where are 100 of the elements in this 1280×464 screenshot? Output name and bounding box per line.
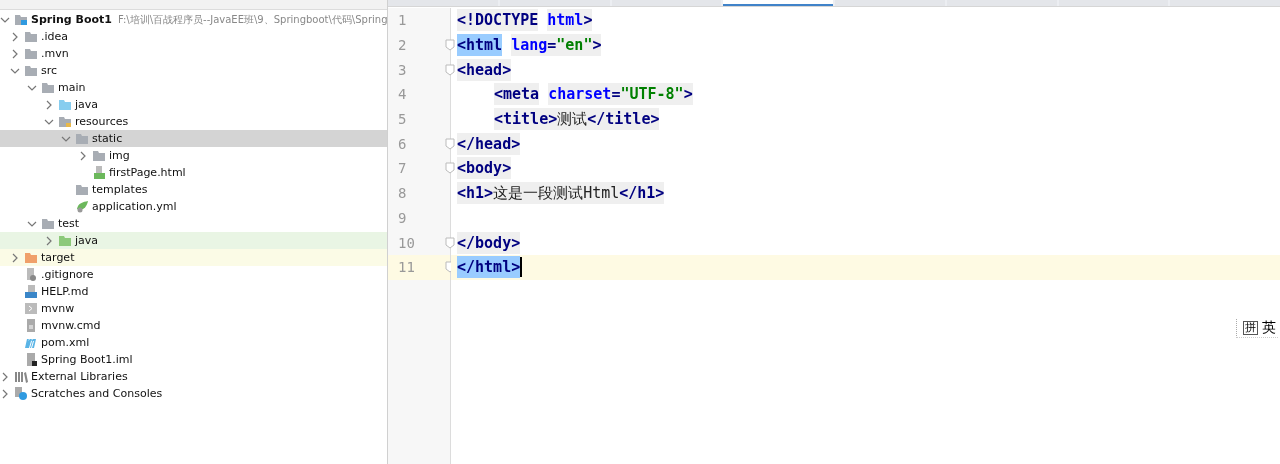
tree-row[interactable]: templates [0, 181, 387, 198]
tree-item-label: src [41, 64, 58, 77]
code-token: <title> [494, 108, 558, 131]
folder-icon [24, 251, 38, 264]
tree-row[interactable]: Spring Boot1 F:\培训\百战程序员--JavaEE班\9、Springboot\代码\Spring [0, 11, 387, 28]
tree-item-label: img [109, 149, 130, 162]
tree-row[interactable]: test [0, 215, 387, 232]
tree-row[interactable]: .mvn [0, 45, 387, 62]
code-token: html [547, 9, 584, 32]
script-file-icon [24, 302, 38, 315]
tree-row[interactable]: mvnw [0, 300, 387, 317]
folder-icon [58, 234, 72, 247]
tree-item-label: .gitignore [41, 268, 94, 281]
tree-item-label: main [58, 81, 86, 94]
tree-row[interactable]: main [0, 79, 387, 96]
libraries-icon [14, 370, 28, 383]
folder-icon [24, 47, 38, 60]
tree-item-label: Scratches and Consoles [31, 387, 163, 400]
chevron-right-icon[interactable] [10, 48, 20, 59]
folder-icon [75, 132, 89, 145]
maven-file-icon [24, 336, 38, 349]
tree-item-label: mvnw [41, 302, 75, 315]
chevron-right-icon[interactable] [44, 99, 54, 110]
tree-row[interactable]: application.yml [0, 198, 387, 215]
code-token: <h1> [457, 182, 494, 205]
folder-icon [24, 30, 38, 43]
ime-language: 英 [1262, 319, 1276, 337]
tree-item-label: java [75, 234, 99, 247]
leaf-file-icon [75, 200, 89, 213]
line-number: 2 [398, 37, 407, 54]
tree-row[interactable]: static [0, 130, 387, 147]
tree-item-label: resources [75, 115, 129, 128]
fold-marker-icon[interactable] [445, 236, 455, 249]
module-file-icon [24, 353, 38, 366]
fold-marker-icon[interactable] [445, 63, 455, 76]
chevron-right-icon[interactable] [0, 371, 10, 382]
chevron-right-icon[interactable] [10, 31, 20, 42]
code-token: </body> [457, 231, 521, 254]
tree-row[interactable]: pom.xml [0, 334, 387, 351]
tree-item-label: java [75, 98, 99, 111]
tree-row[interactable]: .idea [0, 28, 387, 45]
editor-tab[interactable] [723, 0, 833, 6]
tree-row[interactable]: firstPage.html [0, 164, 387, 181]
line-number: 6 [398, 135, 407, 152]
fold-marker-icon[interactable] [445, 137, 455, 150]
module-folder-icon [14, 13, 28, 26]
folder-icon [24, 64, 38, 77]
project-path: F:\培训\百战程序员--JavaEE班\9、Springboot\代码\Spring [117, 12, 387, 27]
tree-row[interactable]: src [0, 62, 387, 79]
code-token: = [547, 34, 557, 57]
code-token: 测试 [557, 108, 588, 131]
tree-row[interactable]: Spring Boot1.iml [0, 351, 387, 368]
code-token: </h1> [619, 182, 665, 205]
tree-row[interactable]: External Libraries [0, 368, 387, 385]
ime-indicator[interactable]: 拼 英 [1236, 319, 1278, 338]
tree-item-label: mvnw.cmd [41, 319, 101, 332]
tree-item-label: Spring Boot1.iml [41, 353, 133, 366]
html-file-icon [92, 166, 106, 179]
line-number: 9 [398, 209, 407, 226]
code-token: </html> [457, 256, 521, 279]
fold-marker-icon[interactable] [445, 39, 455, 52]
line-number: 11 [398, 259, 415, 276]
chevron-right-icon[interactable] [10, 252, 20, 263]
tree-item-label: templates [92, 183, 148, 196]
code-token: <html [457, 34, 503, 57]
folder-icon [58, 115, 72, 128]
code-token: </title> [587, 108, 660, 131]
code-token: > [583, 9, 593, 32]
tree-row[interactable]: Scratches and Consoles [0, 385, 387, 402]
tree-row[interactable]: target [0, 249, 387, 266]
chevron-right-icon[interactable] [44, 235, 54, 246]
line-number: 4 [398, 86, 407, 103]
folder-icon [92, 149, 106, 162]
folder-icon [58, 98, 72, 111]
line-number: 5 [398, 111, 407, 128]
code-token: <body> [457, 157, 512, 180]
tree-row[interactable]: java [0, 96, 387, 113]
fold-marker-icon[interactable] [445, 162, 455, 175]
code-token: <!DOCTYPE [457, 9, 539, 32]
code-token: > [683, 83, 693, 106]
tree-row[interactable]: .gitignore [0, 266, 387, 283]
chevron-right-icon[interactable] [0, 388, 10, 399]
tree-item-label: application.yml [92, 200, 177, 213]
folder-icon [75, 183, 89, 196]
tree-item-label: Spring Boot1 [31, 13, 112, 26]
code-token: > [592, 34, 602, 57]
tree-row[interactable]: img [0, 147, 387, 164]
text-cursor [520, 257, 523, 278]
code-token: "UTF-8" [620, 83, 684, 106]
tree-row[interactable]: HELP.md [0, 283, 387, 300]
tree-item-label: .idea [41, 30, 69, 43]
code-token: "en" [556, 34, 593, 57]
tree-row[interactable]: mvnw.cmd [0, 317, 387, 334]
code-token: <meta [494, 83, 540, 106]
line-number: 3 [398, 61, 407, 78]
folder-icon [41, 217, 55, 230]
tree-row[interactable]: resources [0, 113, 387, 130]
tree-row[interactable]: java [0, 232, 387, 249]
chevron-right-icon[interactable] [78, 150, 88, 161]
tree-item-label: pom.xml [41, 336, 90, 349]
